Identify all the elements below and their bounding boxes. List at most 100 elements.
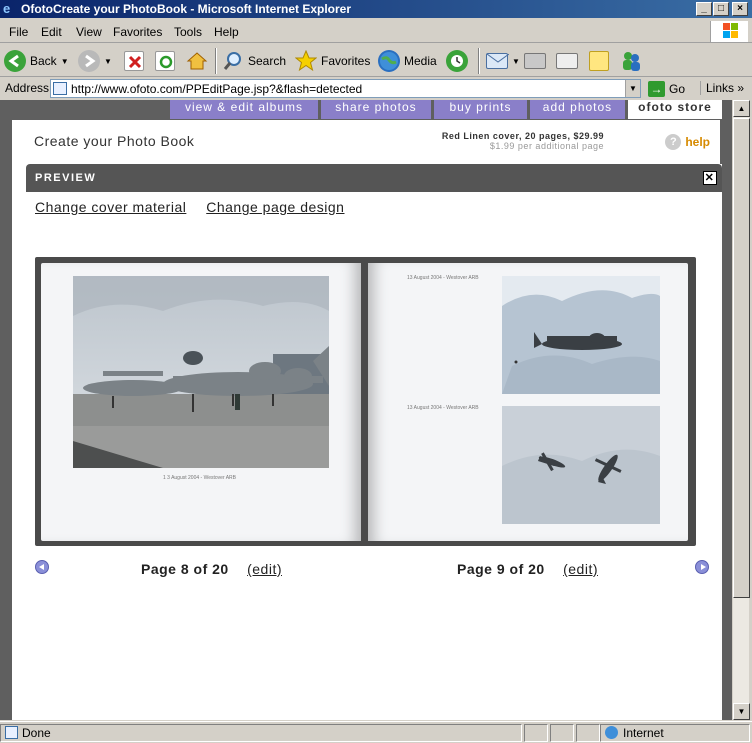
right-page[interactable]: 13 August 2004 - Westover ARB 13 August … [368,263,688,541]
favorites-button[interactable]: Favorites [294,48,370,74]
change-design-link[interactable]: Change page design [206,199,344,215]
forward-arrow-icon [78,50,100,72]
refresh-icon [155,51,175,71]
windows-logo-icon [710,21,748,42]
help-label: help [685,135,710,149]
page-title: Create your Photo Book [34,133,195,149]
status-pane [576,724,600,742]
home-button[interactable] [186,48,208,74]
tab-buy-prints[interactable]: buy prints [434,100,529,119]
status-pane [550,724,574,742]
left-page[interactable]: 1 3 August 2004 - Westover ARB [41,263,361,541]
print-icon [524,53,546,69]
page-done-icon [5,726,18,739]
address-url[interactable]: http://www.ofoto.com/PPEditPage.jsp?&fla… [71,82,362,96]
toolbar-separator [215,48,217,74]
page-icon [53,82,67,95]
media-button[interactable]: Media [378,48,437,74]
status-bar: Done Internet [0,721,752,743]
discuss-button[interactable] [589,48,609,74]
scroll-up-icon[interactable]: ▲ [733,100,750,117]
ie-logo-icon: e [3,1,11,16]
next-page-button[interactable] [695,560,709,574]
address-bar: Address http://www.ofoto.com/PPEditPage.… [0,78,752,99]
go-arrow-icon: → [648,80,665,97]
edit-right-page-link[interactable]: (edit) [563,561,598,577]
zone-label: Internet [623,726,664,740]
help-icon: ? [665,134,682,150]
tab-ofoto-store[interactable]: ofoto store [628,100,722,119]
links-button[interactable]: Links » [700,81,744,95]
go-button[interactable]: → Go [648,79,685,98]
page-viewport: view & edit albums share photos buy prin… [0,100,732,720]
vertical-scrollbar[interactable]: ▲ ▼ [732,100,750,720]
status-pane [524,724,548,742]
tab-add-photos[interactable]: add photos [530,100,627,119]
left-page-number: Page 8 of 20 [141,561,229,577]
menu-file[interactable]: File [9,25,28,39]
maximize-button[interactable]: □ [713,2,729,16]
back-arrow-icon [4,50,26,72]
zone-pane: Internet [600,724,750,742]
forward-dropdown-icon[interactable]: ▼ [104,57,112,66]
messenger-button[interactable] [620,48,642,74]
messenger-icon [620,50,642,72]
mail-icon [486,53,510,69]
tab-view-edit-albums[interactable]: view & edit albums [170,100,320,119]
minimize-button[interactable]: _ [696,2,712,16]
aircraft-pair-photo [502,406,660,524]
menu-view[interactable]: View [76,25,102,39]
toolbar: Back ▼ ▼ Search Favorites Media ▼ [0,44,752,77]
menu-help[interactable]: Help [214,25,239,39]
back-button[interactable]: Back ▼ [4,48,69,74]
history-icon [446,50,468,72]
forward-button[interactable]: ▼ [78,48,112,74]
search-button[interactable]: Search [222,48,286,74]
photobook-card: Create your Photo Book Red Linen cover, … [12,120,722,720]
address-label: Address [5,81,50,95]
close-window-button[interactable]: × [732,2,748,16]
close-preview-button[interactable]: ✕ [703,171,717,185]
menu-favorites[interactable]: Favorites [113,25,162,39]
change-cover-link[interactable]: Change cover material [35,199,186,215]
preview-title: PREVIEW [35,172,97,184]
left-photo-caption: 1 3 August 2004 - Westover ARB [163,475,237,481]
toolbar-separator [478,48,480,74]
scroll-thumb[interactable] [733,118,750,598]
price-info: Red Linen cover, 20 pages, $29.99 $1.99 … [442,131,604,151]
left-page-pager: Page 8 of 20 (edit) [141,561,282,577]
mail-button[interactable]: ▼ [486,48,520,74]
preview-header: PREVIEW ✕ [26,164,722,192]
preview-links: Change cover material Change page design [35,199,360,215]
scroll-down-icon[interactable]: ▼ [733,703,750,720]
preview-panel: PREVIEW ✕ Change cover material Change p… [26,164,722,720]
search-icon [222,50,244,72]
home-icon [186,50,208,72]
prev-page-button[interactable] [35,560,49,574]
stop-button[interactable] [124,48,144,74]
back-dropdown-icon[interactable]: ▼ [61,57,69,66]
menu-tools[interactable]: Tools [174,25,202,39]
refresh-button[interactable] [155,48,175,74]
menu-edit[interactable]: Edit [41,25,62,39]
status-text-pane: Done [0,724,522,742]
links-label: Links [706,81,735,95]
favorites-star-icon [294,49,318,72]
address-input[interactable]: http://www.ofoto.com/PPEditPage.jsp?&fla… [50,79,641,98]
right-page-pager: Page 9 of 20 (edit) [457,561,598,577]
right-page-number: Page 9 of 20 [457,561,545,577]
edit-page-icon [556,53,578,69]
tab-share-photos[interactable]: share photos [321,100,433,119]
back-label: Back [30,54,57,68]
aircraft-flyby-photo [502,276,660,394]
help-link[interactable]: ? help [665,134,710,150]
edit-button[interactable] [556,48,578,74]
media-label: Media [404,54,437,68]
history-button[interactable] [446,48,468,74]
mail-dropdown-icon[interactable]: ▼ [512,57,520,66]
status-text: Done [22,726,51,740]
print-button[interactable] [524,48,546,74]
right-caption-bottom: 13 August 2004 - Westover ARB [407,405,479,411]
edit-left-page-link[interactable]: (edit) [247,561,282,577]
address-dropdown-icon[interactable]: ▼ [625,80,640,97]
